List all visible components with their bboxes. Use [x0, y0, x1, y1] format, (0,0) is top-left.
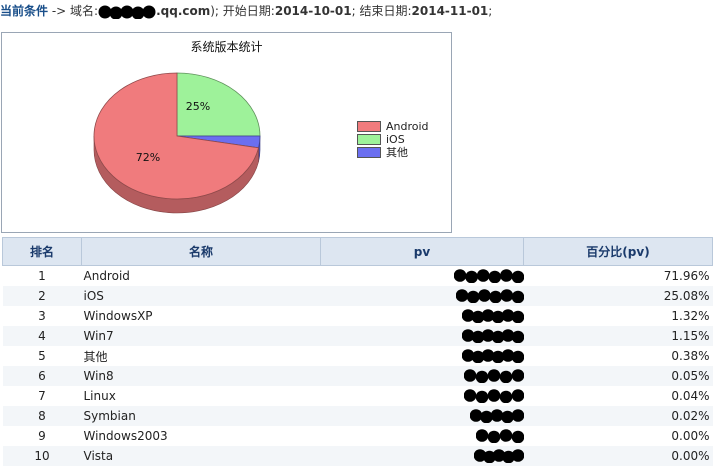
cell-name: Windows2003: [83, 429, 168, 443]
legend-swatch: [357, 121, 381, 132]
condition-label: 当前条件: [0, 4, 49, 18]
cell-pv-redacted: [320, 406, 524, 426]
cell-pv-redacted: [321, 386, 524, 406]
header-percent[interactable]: 百分比(pv): [523, 237, 713, 266]
cell-pv-redacted: [320, 286, 524, 306]
cell-pv-redacted: [321, 266, 524, 287]
cell-name: Android: [83, 269, 130, 283]
cell-percent: 25.08%: [523, 286, 713, 306]
cell-name: WindowsXP: [83, 309, 153, 323]
cell-rank: 5: [38, 349, 46, 363]
cell-pv-redacted: [320, 326, 524, 346]
cell-rank: 8: [2, 406, 82, 426]
condition-arrow: ->: [48, 4, 71, 18]
end-date-label: 结束日期:: [359, 4, 412, 18]
cell-percent: 0.38%: [671, 349, 710, 363]
cell-name: Win7: [81, 326, 321, 346]
legend-swatch: [357, 134, 381, 145]
cell-rank: 4: [2, 326, 82, 346]
legend-label: iOS: [386, 133, 405, 146]
cell-rank: 6: [2, 366, 82, 386]
pie-data-label: 25%: [186, 100, 210, 113]
table-row: 1 Android 71.96%: [3, 266, 713, 287]
condition-bar: 当前条件 -> 域名: .qq.com); 开始日期:2014-10-01; 结…: [0, 0, 492, 22]
cell-name: iOS: [81, 286, 321, 306]
table-row: 3 WindowsXP 1.32%: [3, 306, 713, 326]
cell-name: 其他: [83, 349, 108, 364]
cell-percent: 1.32%: [671, 309, 710, 323]
table-row: 2 iOS 25.08%: [2, 286, 713, 306]
legend-label: 其他: [386, 146, 408, 159]
cell-percent: 0.02%: [523, 406, 713, 426]
redaction-blot: [463, 389, 524, 404]
cell-percent: 0.00%: [671, 429, 710, 443]
redaction-blot: [453, 269, 524, 284]
domain-label: 域名:: [70, 4, 99, 18]
legend-item: iOS: [357, 133, 429, 146]
table-body: 1 Android 71.96% 2 iOS 25.08% 3 WindowsXP 1.32% 4…: [2, 266, 713, 466]
legend-item: 其他: [357, 146, 429, 159]
cell-percent: 1.15%: [523, 326, 713, 346]
cell-name: Symbian: [81, 406, 321, 426]
legend-item: Android: [357, 120, 429, 133]
redaction-blot: [455, 289, 524, 304]
chart-legend: Android iOS 其他: [357, 120, 429, 159]
domain-tail: );: [210, 4, 223, 18]
legend-swatch: [357, 147, 381, 158]
cell-percent: 0.04%: [671, 389, 710, 403]
redaction-blot: [469, 409, 524, 424]
cell-pv-redacted: [321, 346, 524, 366]
start-date: 2014-10-01: [274, 4, 352, 18]
table-row: 5 其他 0.38%: [3, 346, 713, 366]
redaction-blot: [475, 429, 524, 444]
start-date-label: 开始日期:: [222, 4, 275, 18]
ranking-table: 排名 名称 pv 百分比(pv) 1 Android 71.96% 2 iOS 25.08…: [2, 237, 713, 466]
domain-suffix: .qq.com: [156, 4, 211, 18]
redaction-blot: [461, 329, 524, 344]
header-name[interactable]: 名称: [81, 237, 321, 266]
cell-pv-redacted: [320, 446, 524, 466]
cell-percent: 0.05%: [523, 366, 713, 386]
end-date: 2014-11-01: [411, 4, 489, 18]
table-row: 10 Vista 0.00%: [2, 446, 713, 466]
pie-data-label: 72%: [136, 151, 160, 164]
redaction-blot: [473, 449, 524, 464]
header-pv[interactable]: pv: [320, 237, 524, 266]
cell-rank: 10: [2, 446, 82, 466]
cell-pv-redacted: [320, 366, 524, 386]
table-header-row: 排名 名称 pv 百分比(pv): [2, 237, 713, 266]
cell-rank: 9: [38, 429, 46, 443]
table-row: 4 Win7 1.15%: [2, 326, 713, 346]
cell-pv-redacted: [321, 426, 524, 446]
table-row: 8 Symbian 0.02%: [2, 406, 713, 426]
cell-rank: 7: [38, 389, 46, 403]
cell-pv-redacted: [321, 306, 524, 326]
pie-chart-panel: 系统版本统计 72% 25% Android iOS 其他: [1, 32, 452, 233]
cell-rank: 2: [2, 286, 82, 306]
cell-rank: 3: [38, 309, 46, 323]
redaction-blot: [461, 309, 524, 324]
table-row: 6 Win8 0.05%: [2, 366, 713, 386]
end-tail: ;: [488, 4, 493, 18]
cell-name: Win8: [81, 366, 321, 386]
redaction-blot: [461, 349, 524, 364]
header-rank[interactable]: 排名: [2, 237, 82, 266]
redaction-blot: [463, 369, 524, 384]
cell-percent: 0.00%: [523, 446, 713, 466]
cell-percent: 71.96%: [663, 269, 710, 283]
table-row: 9 Windows2003 0.00%: [3, 426, 713, 446]
table-row: 7 Linux 0.04%: [3, 386, 713, 406]
redaction-blot: [98, 5, 156, 19]
cell-rank: 1: [38, 269, 46, 283]
cell-name: Vista: [81, 446, 321, 466]
legend-label: Android: [386, 120, 429, 133]
cell-name: Linux: [83, 389, 116, 403]
